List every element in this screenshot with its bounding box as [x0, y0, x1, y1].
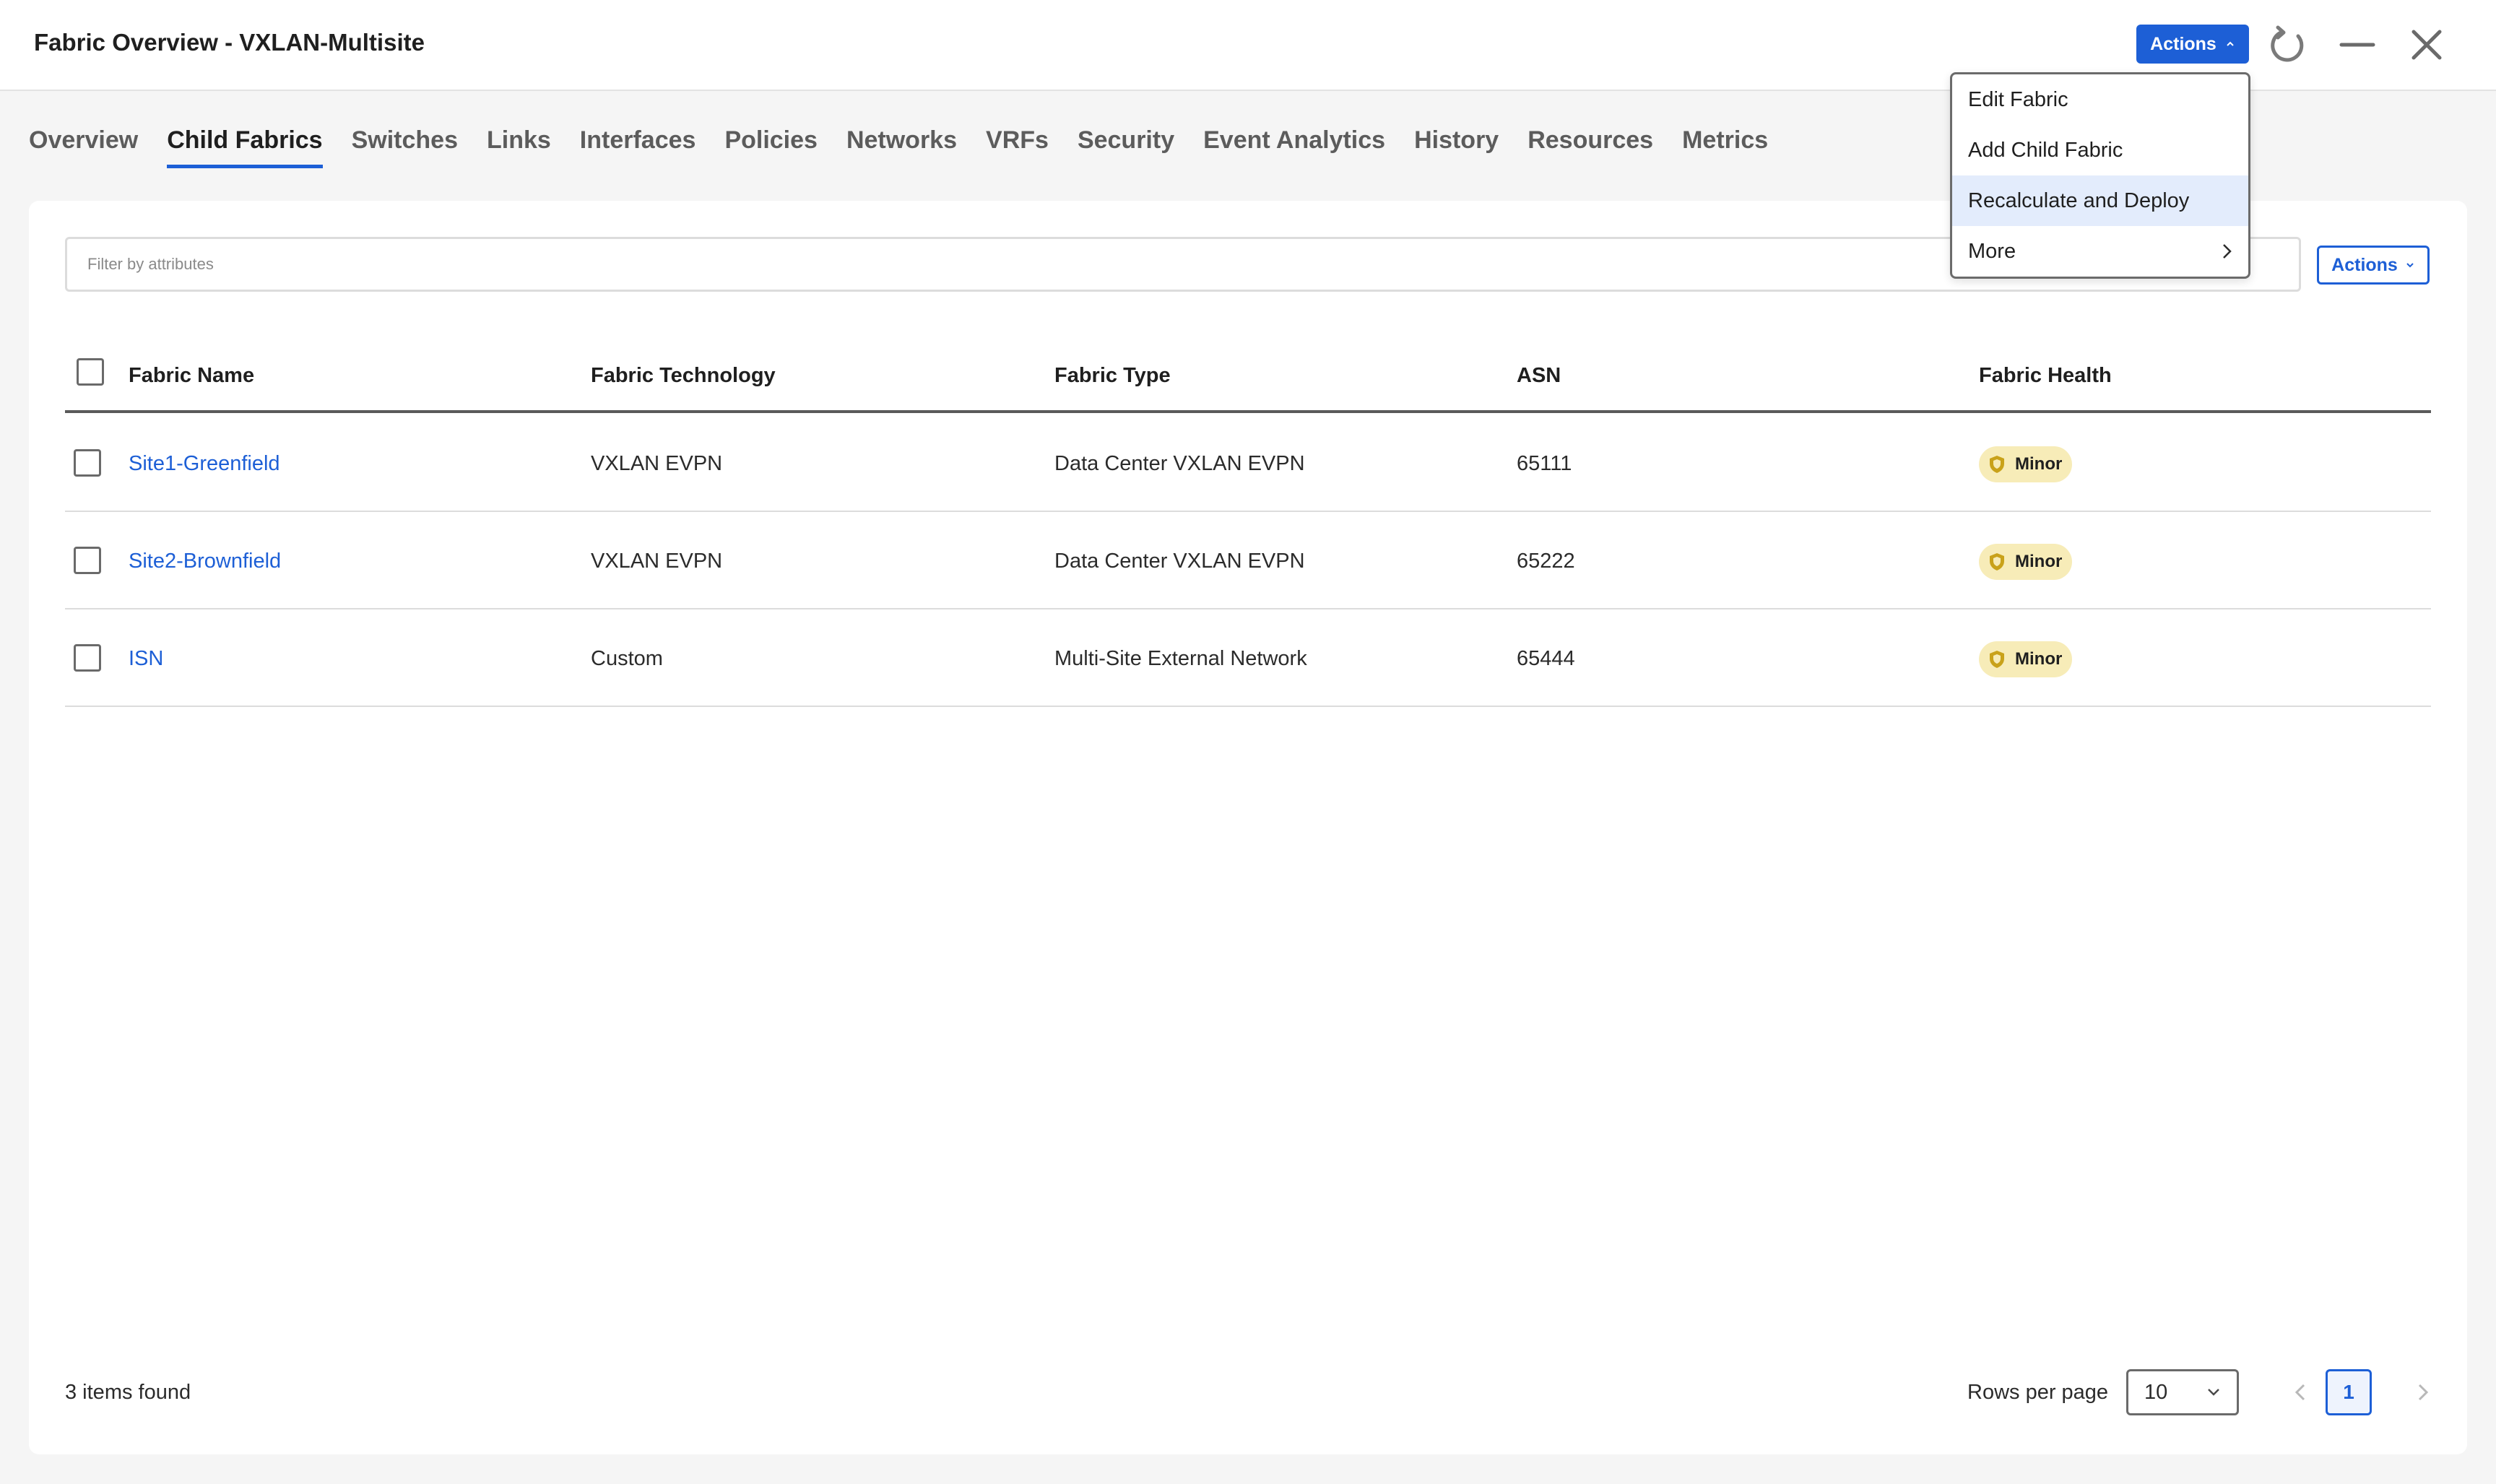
tab-networks[interactable]: Networks: [846, 126, 957, 168]
refresh-icon[interactable]: [2265, 22, 2311, 68]
rows-per-page-label: Rows per page: [1967, 1381, 2109, 1404]
menu-item-label: Edit Fabric: [1968, 87, 2068, 111]
page-title: Fabric Overview - VXLAN-Multisite: [34, 29, 425, 56]
tab-bar: Overview Child Fabrics Switches Links In…: [29, 126, 1768, 168]
chevron-down-icon: [2406, 263, 2414, 268]
fabric-type: Multi-Site External Network: [1054, 647, 1307, 670]
column-header-fabric-name[interactable]: Fabric Name: [129, 364, 254, 388]
fabric-asn: 65444: [1517, 647, 1575, 670]
items-found-count: 3 items found: [65, 1381, 191, 1404]
column-header-fabric-technology[interactable]: Fabric Technology: [591, 364, 776, 388]
table-row: ISN Custom Multi-Site External Network 6…: [65, 609, 2431, 707]
chevron-down-icon: [2208, 1389, 2219, 1396]
tab-vrfs[interactable]: VRFs: [986, 126, 1049, 168]
fabric-type: Data Center VXLAN EVPN: [1054, 550, 1305, 573]
table-actions-button[interactable]: Actions: [2317, 246, 2430, 285]
shield-icon: [1990, 553, 2004, 570]
health-badge: Minor: [1979, 544, 2073, 580]
menu-item-label: More: [1968, 239, 2016, 263]
fabric-name-link[interactable]: Site1-Greenfield: [129, 452, 280, 476]
tab-child-fabrics[interactable]: Child Fabrics: [167, 126, 323, 168]
previous-page-icon[interactable]: [2285, 1376, 2317, 1408]
rows-per-page-select[interactable]: 10: [2126, 1369, 2239, 1415]
next-page-icon[interactable]: [2406, 1376, 2438, 1408]
column-header-asn[interactable]: ASN: [1517, 364, 1561, 388]
health-badge: Minor: [1979, 446, 2073, 482]
fabric-asn: 65222: [1517, 550, 1575, 573]
fabric-technology: VXLAN EVPN: [591, 452, 723, 475]
close-icon[interactable]: [2404, 22, 2450, 68]
header-actions-button[interactable]: Actions: [2136, 25, 2249, 64]
chevron-up-icon: [2227, 41, 2234, 46]
fabric-type: Data Center VXLAN EVPN: [1054, 452, 1305, 475]
menu-item-recalculate-and-deploy[interactable]: Recalculate and Deploy: [1952, 175, 2248, 226]
shield-icon: [1990, 651, 2004, 668]
table-header: Fabric Name Fabric Technology Fabric Typ…: [65, 338, 2431, 413]
minimize-icon[interactable]: [2334, 22, 2380, 68]
tab-policies[interactable]: Policies: [724, 126, 818, 168]
row-checkbox[interactable]: [74, 547, 101, 574]
menu-item-label: Add Child Fabric: [1968, 138, 2123, 162]
column-header-fabric-health[interactable]: Fabric Health: [1979, 364, 2112, 388]
tab-switches[interactable]: Switches: [352, 126, 458, 168]
tab-overview[interactable]: Overview: [29, 126, 138, 168]
select-all-checkbox[interactable]: [77, 358, 104, 386]
current-page-button[interactable]: 1: [2326, 1369, 2372, 1415]
content-card: Actions Fabric Name Fabric Technology Fa…: [29, 201, 2467, 1454]
tab-links[interactable]: Links: [487, 126, 551, 168]
row-checkbox[interactable]: [74, 449, 101, 477]
table-row: Site1-Greenfield VXLAN EVPN Data Center …: [65, 415, 2431, 512]
actions-dropdown-menu: Edit Fabric Add Child Fabric Recalculate…: [1950, 72, 2250, 279]
chevron-right-icon: [2223, 244, 2232, 259]
tab-history[interactable]: History: [1414, 126, 1499, 168]
fabric-technology: VXLAN EVPN: [591, 550, 723, 573]
row-checkbox[interactable]: [74, 644, 101, 672]
tab-event-analytics[interactable]: Event Analytics: [1203, 126, 1385, 168]
table-row: Site2-Brownfield VXLAN EVPN Data Center …: [65, 512, 2431, 609]
tab-metrics[interactable]: Metrics: [1682, 126, 1768, 168]
menu-item-add-child-fabric[interactable]: Add Child Fabric: [1952, 125, 2248, 175]
header-actions-label: Actions: [2150, 33, 2216, 54]
health-badge: Minor: [1979, 641, 2073, 677]
tab-security[interactable]: Security: [1078, 126, 1174, 168]
health-label: Minor: [2015, 649, 2063, 669]
health-label: Minor: [2015, 552, 2063, 571]
fabric-asn: 65111: [1517, 452, 1572, 475]
table-actions-label: Actions: [2331, 254, 2398, 275]
tab-resources[interactable]: Resources: [1528, 126, 1653, 168]
column-header-fabric-type[interactable]: Fabric Type: [1054, 364, 1171, 388]
health-label: Minor: [2015, 454, 2063, 474]
fabric-technology: Custom: [591, 647, 663, 670]
menu-item-label: Recalculate and Deploy: [1968, 188, 2190, 212]
shield-icon: [1990, 456, 2004, 473]
tab-interfaces[interactable]: Interfaces: [580, 126, 696, 168]
menu-item-more[interactable]: More: [1952, 226, 2248, 277]
fabric-name-link[interactable]: ISN: [129, 647, 163, 671]
fabric-name-link[interactable]: Site2-Brownfield: [129, 550, 281, 573]
menu-item-edit-fabric[interactable]: Edit Fabric: [1952, 74, 2248, 125]
rows-per-page-value: 10: [2144, 1380, 2168, 1404]
